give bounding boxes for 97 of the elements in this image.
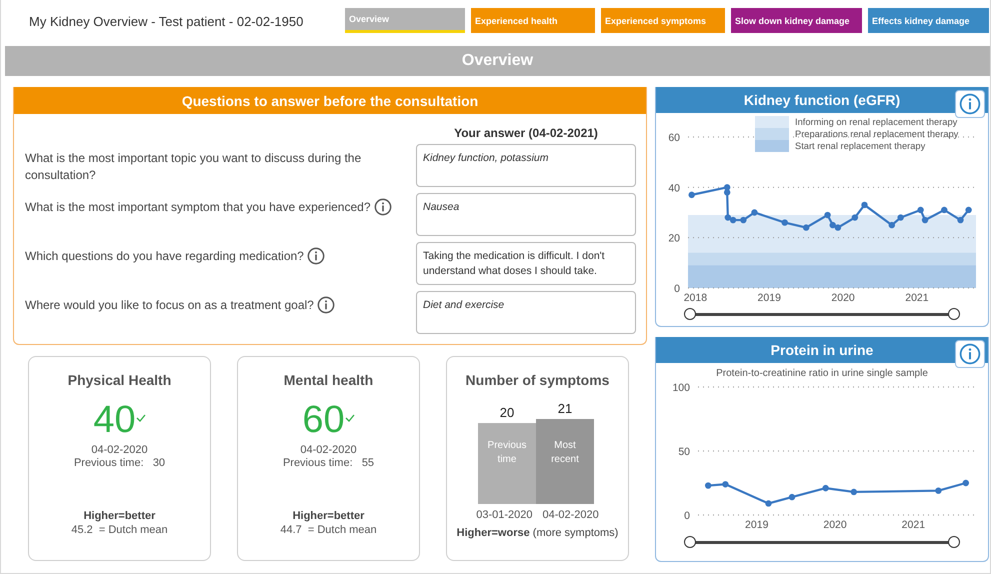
bar-value-label: 21 <box>557 401 572 416</box>
point <box>957 216 964 224</box>
axis-tick-label: 2019 <box>758 292 781 303</box>
bar-label: Most recent <box>550 440 578 465</box>
legend-label: Informing on renal replacement therapy <box>795 117 958 127</box>
page-heading: My Kidney Overview - Test patient - 02-02-1950 <box>28 13 304 29</box>
axis-tick-label: 40 <box>668 182 680 194</box>
interpretation-note: Higher=better <box>84 510 156 522</box>
card-title: Number of symptoms <box>466 372 610 388</box>
point <box>802 224 810 231</box>
point <box>830 222 836 228</box>
answer-field[interactable]: Nausea <box>416 193 636 236</box>
question-text: Which questions do you have regarding medication? <box>25 248 304 265</box>
axis-tick-label: 2021 <box>902 519 926 531</box>
question-text: What is the most important topic you want to discuss during the consultation? <box>25 150 362 184</box>
info-icon <box>959 343 981 365</box>
interpretation-note: Higher=worse (more symptoms) <box>456 527 618 539</box>
legend-label: Start renal replacement therapy <box>795 141 926 151</box>
info-icon <box>959 93 981 115</box>
point <box>965 206 972 214</box>
panel-header: Kidney function (eGFR) <box>656 87 988 113</box>
point <box>730 216 736 224</box>
axis-tick-label: 2021 <box>905 292 929 303</box>
axis-tick-label: 50 <box>678 446 690 458</box>
axis-tick-label: 2020 <box>831 292 855 303</box>
point <box>935 487 942 494</box>
slider-handle[interactable] <box>948 308 960 320</box>
point <box>688 192 695 198</box>
score-value: 40 <box>93 400 136 440</box>
point <box>740 216 747 224</box>
nav-tab[interactable]: Effects kidney damage <box>868 8 989 33</box>
info-button[interactable] <box>955 90 985 118</box>
section-banner: Overview <box>5 46 990 76</box>
point <box>962 480 970 486</box>
check-icon <box>136 414 146 422</box>
range-slider[interactable] <box>684 307 960 321</box>
point <box>722 481 729 488</box>
score-value: 60 <box>302 400 345 440</box>
point <box>941 206 948 214</box>
bar-date: 04-02-2020 <box>542 509 599 521</box>
info-icon <box>316 296 335 314</box>
info-icon <box>374 198 392 216</box>
panel-header: Questions to answer before the consultation <box>14 87 646 114</box>
point <box>724 189 730 196</box>
point <box>850 488 858 496</box>
axis-tick-label: 2018 <box>684 292 708 303</box>
point <box>724 214 732 221</box>
axis-tick-label: 100 <box>672 382 690 394</box>
point <box>765 500 772 507</box>
axis-tick-label: 2020 <box>823 519 847 531</box>
axis-tick-label: 60 <box>668 132 680 144</box>
chart-subtitle: Protein-to-creatinine ratio in urine single sample <box>716 368 928 379</box>
mean-note: 44.7 = Dutch mean <box>280 524 377 536</box>
score-date: 04-02-2020 <box>300 444 357 456</box>
point <box>782 219 788 226</box>
point <box>704 482 712 489</box>
answer-field[interactable]: Kidney function, potassium <box>416 144 636 187</box>
bar-label: Previous time <box>487 440 526 465</box>
question-text: Where would you like to focus on as a treatment goal? <box>25 297 314 314</box>
point <box>788 494 796 500</box>
answer-field[interactable]: Diet and exercise <box>416 291 636 334</box>
point <box>834 224 842 231</box>
point <box>852 214 858 221</box>
previous-score: Previous time: 30 <box>74 457 166 469</box>
info-icon <box>306 247 325 265</box>
axis-tick-label: 0 <box>674 283 680 295</box>
column-heading: Your answer (04-02-2021) <box>453 126 599 140</box>
nav-tab[interactable]: Slow down kidney damage <box>731 8 862 33</box>
point <box>824 212 831 218</box>
point <box>897 214 904 221</box>
card-title: Mental health <box>284 372 374 388</box>
point <box>822 484 829 492</box>
slider-handle[interactable] <box>948 536 960 548</box>
range-slider[interactable] <box>684 535 960 549</box>
point <box>751 209 758 216</box>
info-button[interactable] <box>955 340 985 368</box>
point <box>917 206 924 214</box>
axis-tick-label: 0 <box>684 510 690 522</box>
axis-tick-label: 20 <box>668 232 680 245</box>
question-text: What is the most important symptom that you have experienced? <box>25 199 370 216</box>
point <box>922 216 928 224</box>
axis-tick-label: 2019 <box>745 519 768 531</box>
panel-header: Protein in urine <box>656 337 988 363</box>
score-date: 04-02-2020 <box>91 444 148 456</box>
card-title: Physical Health <box>68 372 172 388</box>
bar-value-label: 20 <box>499 405 514 420</box>
previous-score: Previous time: 55 <box>282 457 374 469</box>
bar-date: 03-01-2020 <box>476 509 532 521</box>
check-icon <box>344 414 355 422</box>
slider-handle[interactable] <box>684 536 696 548</box>
legend-label: Preparations renal replacement therapy <box>795 129 958 139</box>
point <box>861 202 868 208</box>
slider-handle[interactable] <box>684 308 696 320</box>
mean-note: 45.2 = Dutch mean <box>71 524 168 536</box>
interpretation-note: Higher=better <box>292 510 364 522</box>
point <box>888 222 896 228</box>
answer-field[interactable]: Taking the medication is difficult. I don't understand what doses I should take. <box>416 242 636 285</box>
